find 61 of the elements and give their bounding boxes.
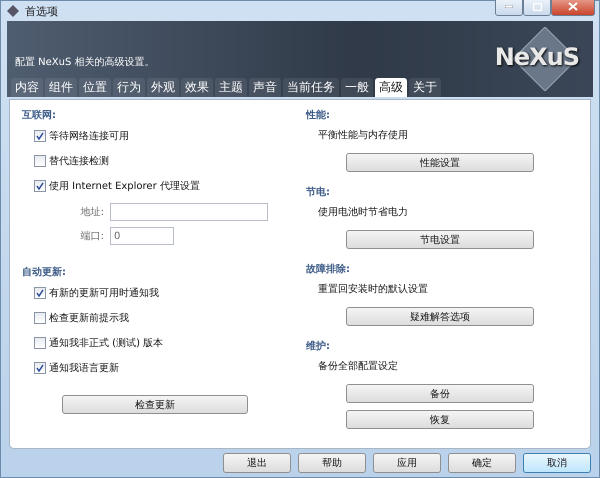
dialog-button[interactable]: 帮助 [298, 453, 366, 473]
checkbox[interactable] [34, 130, 46, 142]
tab[interactable]: 当前任务 [283, 78, 339, 97]
settings-button[interactable]: 疑难解答选项 [346, 307, 534, 326]
checkbox-label: 通知我非正式 (测试) 版本 [49, 336, 164, 350]
checkbox-label: 使用 Internet Explorer 代理设置 [49, 180, 200, 193]
maximize-icon [532, 2, 542, 10]
tab[interactable]: 行为 [113, 78, 145, 97]
checkbox[interactable] [34, 180, 46, 192]
dialog-button[interactable]: 退出 [223, 453, 291, 473]
settings-button[interactable]: 性能设置 [346, 153, 534, 172]
close-icon [568, 2, 578, 11]
tab[interactable]: 高级 [375, 78, 407, 97]
minimize-button[interactable] [495, 0, 523, 16]
maximize-button[interactable] [523, 0, 551, 16]
dialog-button[interactable]: 应用 [373, 453, 441, 473]
checkbox-label: 替代连接检测 [49, 154, 109, 168]
minimize-icon [505, 5, 513, 8]
window-title: 首选项 [25, 4, 59, 18]
input-field[interactable] [110, 203, 268, 221]
settings-button[interactable]: 备份 [346, 384, 534, 403]
section-heading: 故障排除: [306, 262, 351, 276]
checkbox[interactable] [34, 155, 46, 167]
tab[interactable]: 关于 [409, 78, 441, 97]
section-description: 备份全部配置设定 [318, 360, 399, 373]
tab[interactable]: 主题 [215, 78, 247, 97]
field-label: 端口: [80, 230, 104, 243]
checkbox-label: 检查更新前提示我 [49, 312, 129, 325]
logo-text: NeXuS [494, 43, 579, 71]
section-description: 使用电池时节省电力 [318, 206, 409, 219]
check-updates-button[interactable]: 检查更新 [62, 395, 248, 414]
field-label: 地址: [80, 206, 104, 219]
tab[interactable]: 声音 [249, 78, 281, 97]
section-heading: 维护: [306, 339, 331, 353]
checkbox[interactable] [34, 337, 46, 349]
section-heading: 互联网: [22, 108, 57, 122]
section-heading: 性能: [306, 108, 331, 122]
checkbox-label: 等待网络连接可用 [49, 130, 129, 143]
tab[interactable]: 效果 [181, 78, 213, 97]
tab[interactable]: 外观 [147, 78, 179, 97]
checkbox[interactable] [34, 287, 46, 299]
section-description: 重置回安装时的默认设置 [318, 282, 429, 296]
section-heading: 自动更新: [22, 265, 67, 279]
tab[interactable]: 内容 [11, 78, 43, 97]
input-field[interactable]: 0 [110, 227, 174, 245]
checkbox-label: 有新的更新可用时通知我 [49, 286, 159, 300]
checkbox-label: 通知我语言更新 [49, 362, 119, 375]
app-icon [7, 5, 19, 17]
tab[interactable]: 一般 [341, 78, 373, 97]
settings-button[interactable]: 恢复 [346, 410, 534, 429]
tab[interactable]: 组件 [45, 78, 77, 97]
checkbox[interactable] [34, 312, 46, 324]
tab[interactable]: 位置 [79, 78, 111, 97]
dialog-button[interactable]: 确定 [448, 453, 516, 473]
section-heading: 节电: [306, 186, 331, 199]
section-description: 平衡性能与内存使用 [318, 128, 409, 142]
close-button[interactable] [551, 0, 595, 16]
checkbox[interactable] [34, 362, 46, 374]
settings-button[interactable]: 节电设置 [346, 230, 534, 249]
banner-description: 配置 NeXuS 相关的高级设置。 [15, 56, 155, 69]
dialog-button[interactable]: 取消 [523, 453, 591, 473]
